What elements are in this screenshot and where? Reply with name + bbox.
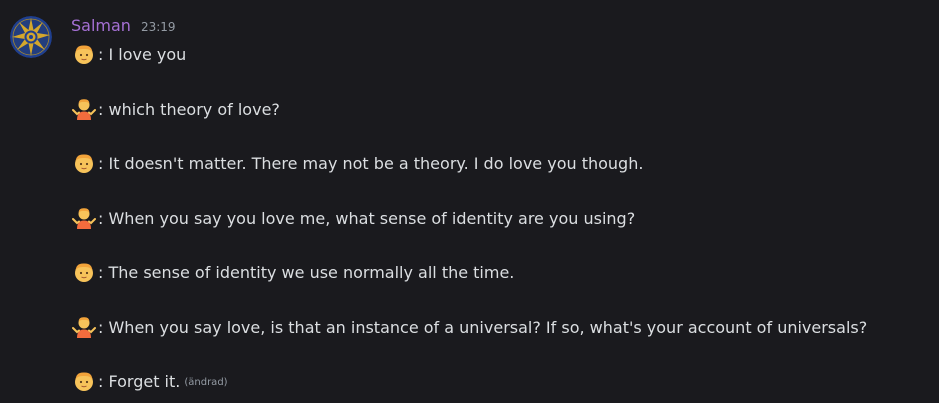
line-text: : It doesn't matter. There may not be a …	[98, 153, 644, 173]
user-avatar[interactable]	[10, 16, 52, 58]
edited-label: (ändrad)	[184, 376, 228, 388]
face-emoji-icon	[72, 369, 96, 393]
message-line: : which theory of love?	[72, 96, 280, 122]
line-text: : The sense of identity we use normally …	[98, 262, 515, 282]
message-line: : The sense of identity we use normally …	[72, 259, 514, 285]
message-header: Salman 23:19	[71, 16, 176, 38]
line-text: : which theory of love?	[98, 99, 280, 119]
message-line: : When you say you love me, what sense o…	[72, 205, 635, 231]
message-line: : I love you	[72, 41, 186, 67]
person-shrugging-emoji-icon	[72, 97, 96, 121]
timestamp[interactable]: 23:19	[141, 20, 176, 34]
line-text: : Forget it.	[98, 371, 181, 391]
username[interactable]: Salman	[71, 16, 131, 35]
line-text: : I love you	[98, 44, 187, 64]
message-line: : Forget it. (ändrad)	[72, 368, 228, 394]
line-text: : When you say love, is that an instance…	[98, 317, 868, 337]
person-shrugging-emoji-icon	[72, 206, 96, 230]
message-line: : When you say love, is that an instance…	[72, 314, 867, 340]
face-emoji-icon	[72, 151, 96, 175]
chat-message: Salman 23:19 : I love you : which theory…	[0, 0, 939, 403]
message-line: : It doesn't matter. There may not be a …	[72, 150, 643, 176]
line-text: : When you say you love me, what sense o…	[98, 208, 636, 228]
face-emoji-icon	[72, 42, 96, 66]
person-shrugging-emoji-icon	[72, 315, 96, 339]
face-emoji-icon	[72, 260, 96, 284]
